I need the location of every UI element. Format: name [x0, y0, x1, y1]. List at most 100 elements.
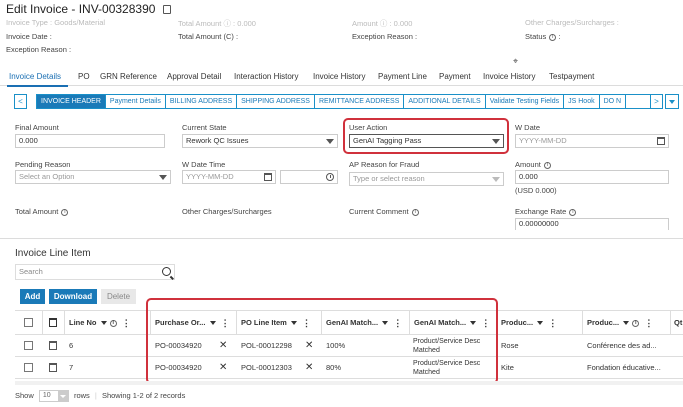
add-button[interactable]: Add: [20, 289, 45, 304]
delete-button[interactable]: Delete: [101, 289, 136, 304]
ap-reason-placeholder: Type or select reason: [353, 174, 425, 183]
w-date-time-time-input[interactable]: [280, 170, 338, 184]
cell-product-1: Rose: [501, 341, 519, 350]
header-product-2[interactable]: Produc... i ⋮: [583, 311, 671, 335]
trash-icon[interactable]: [49, 363, 57, 372]
search-icon[interactable]: [162, 267, 171, 276]
subtab-validate-testing-fields[interactable]: Validate Testing Fields: [486, 95, 565, 108]
tab-invoice-details[interactable]: Invoice Details: [9, 72, 61, 81]
exchange-rate-field[interactable]: 0.00000000: [515, 218, 669, 230]
pending-reason-placeholder: Select an Option: [19, 172, 75, 181]
sort-caret-icon: [537, 321, 544, 326]
exception-reason-mid-meta: Exception Reason :: [352, 32, 418, 41]
pending-reason-select[interactable]: Select an Option: [15, 170, 171, 184]
amount-label-group: Amount i: [515, 160, 551, 169]
info-icon: i: [549, 33, 557, 41]
header-line-no[interactable]: Line No i ⋮: [65, 311, 151, 335]
column-menu-icon[interactable]: ⋮: [644, 311, 653, 335]
row-checkbox[interactable]: [24, 341, 33, 350]
column-menu-icon[interactable]: ⋮: [122, 311, 131, 335]
calendar-icon[interactable]: [657, 137, 665, 145]
amount-label: Amount: [515, 160, 541, 169]
rows-per-page-value: 10: [42, 392, 51, 399]
chevron-down-icon: [669, 99, 675, 104]
line-items-search-input[interactable]: Search: [15, 264, 175, 280]
subtab-remittance-address[interactable]: REMITTANCE ADDRESS: [315, 95, 405, 108]
cell-product-2: Conférence des ad...: [587, 341, 657, 350]
subtab-additional-details[interactable]: ADDITIONAL DETAILS: [404, 95, 486, 108]
final-amount-field[interactable]: 0.000: [15, 134, 165, 148]
download-button[interactable]: Download: [49, 289, 97, 304]
tab-po[interactable]: PO: [78, 72, 90, 81]
select-all-checkbox[interactable]: [24, 318, 33, 327]
cell-line-no: 7: [69, 363, 74, 372]
rows-per-page-select[interactable]: 10: [38, 390, 69, 402]
row-checkbox[interactable]: [24, 363, 33, 372]
info-icon: i: [61, 208, 69, 216]
grid-horizontal-scrollbar[interactable]: [15, 381, 683, 385]
more-subtabs-button[interactable]: [665, 94, 679, 109]
header-select-cell: [15, 311, 43, 335]
pin-icon[interactable]: ⌖: [513, 56, 518, 67]
page-title-text: Edit Invoice - INV-00328390: [6, 2, 156, 16]
header-action-cell: [43, 311, 65, 335]
total-amount-meta: Total Amount ⓘ : 0.000: [178, 19, 256, 28]
trash-icon[interactable]: [49, 341, 57, 350]
w-date-time-date-input[interactable]: YYYY-MM-DD: [182, 170, 276, 184]
final-amount-label: Final Amount: [15, 123, 59, 132]
total-amount-label-group: Total Amount i: [15, 207, 69, 216]
page-title: Edit Invoice - INV-00328390: [6, 2, 171, 16]
copy-icon[interactable]: [162, 5, 171, 14]
cell-product-2: Fondation éducative...: [587, 363, 661, 372]
subtab-js-hook[interactable]: JS Hook: [564, 95, 600, 108]
current-comment-label-group: Current Comment i: [349, 207, 419, 216]
exchange-rate-label-group: Exchange Rate i: [515, 207, 577, 216]
sort-caret-icon: [100, 321, 107, 326]
subtab-do-n[interactable]: DO N: [600, 95, 627, 108]
sort-caret-icon: [623, 321, 630, 326]
calendar-icon[interactable]: [264, 173, 272, 181]
column-menu-icon[interactable]: ⋮: [548, 311, 557, 335]
clock-icon[interactable]: [326, 173, 334, 181]
info-icon: i: [411, 208, 419, 216]
subtab-invoice-header[interactable]: INVOICE HEADER: [37, 95, 106, 108]
exchange-rate-label: Exchange Rate: [515, 207, 567, 216]
tab-grn-reference[interactable]: GRN Reference: [100, 72, 157, 81]
tab-invoice-history[interactable]: Invoice History: [313, 72, 365, 81]
search-placeholder: Search: [19, 267, 43, 276]
tab-invoice-history-2[interactable]: Invoice History: [483, 72, 535, 81]
w-date-input[interactable]: YYYY-MM-DD: [515, 134, 669, 148]
tab-payment[interactable]: Payment: [439, 72, 471, 81]
status-meta: Status i :: [525, 32, 561, 41]
bulk-delete-icon[interactable]: [49, 318, 57, 327]
cell-line-no: 6: [69, 341, 74, 350]
subtab-payment-details[interactable]: Payment Details: [106, 95, 166, 108]
tab-testpayment[interactable]: Testpayment: [549, 72, 594, 81]
header-qty[interactable]: Qt: [671, 311, 683, 335]
next-subtab-button[interactable]: >: [650, 94, 663, 109]
ap-reason-select[interactable]: Type or select reason: [349, 172, 504, 186]
current-state-select[interactable]: Rework QC Issues: [182, 134, 338, 148]
other-charges-label: Other Charges/Surcharges: [182, 207, 272, 216]
tab-interaction-history[interactable]: Interaction History: [234, 72, 298, 81]
header-product-1[interactable]: Produc... ⋮: [497, 311, 583, 335]
grid-footer: Show 10 rows | Showing 1-2 of 2 records: [15, 390, 185, 402]
cell-product-1: Kite: [501, 363, 514, 372]
subtab-shipping-address[interactable]: SHIPPING ADDRESS: [237, 95, 315, 108]
genai-columns-highlight: [146, 298, 498, 384]
dropdown-caret-icon: [492, 177, 500, 182]
info-icon: i: [109, 319, 117, 327]
tab-approval-detail[interactable]: Approval Detail: [167, 72, 221, 81]
amount-field[interactable]: 0.000: [515, 170, 669, 184]
current-state-label: Current State: [182, 123, 227, 132]
tab-payment-line[interactable]: Payment Line: [378, 72, 427, 81]
footer-separator: |: [94, 390, 97, 400]
prev-subtab-button[interactable]: <: [14, 94, 27, 109]
w-date-label: W Date: [515, 123, 541, 132]
exception-reason-left-meta: Exception Reason :: [6, 45, 72, 54]
header-line-no-text: Line No: [69, 318, 97, 327]
info-icon: i: [569, 208, 577, 216]
invoice-type-meta: Invoice Type : Goods/Material: [6, 18, 106, 27]
subtab-billing-address[interactable]: BILLING ADDRESS: [166, 95, 238, 108]
header-product-2-text: Produc...: [587, 318, 620, 327]
